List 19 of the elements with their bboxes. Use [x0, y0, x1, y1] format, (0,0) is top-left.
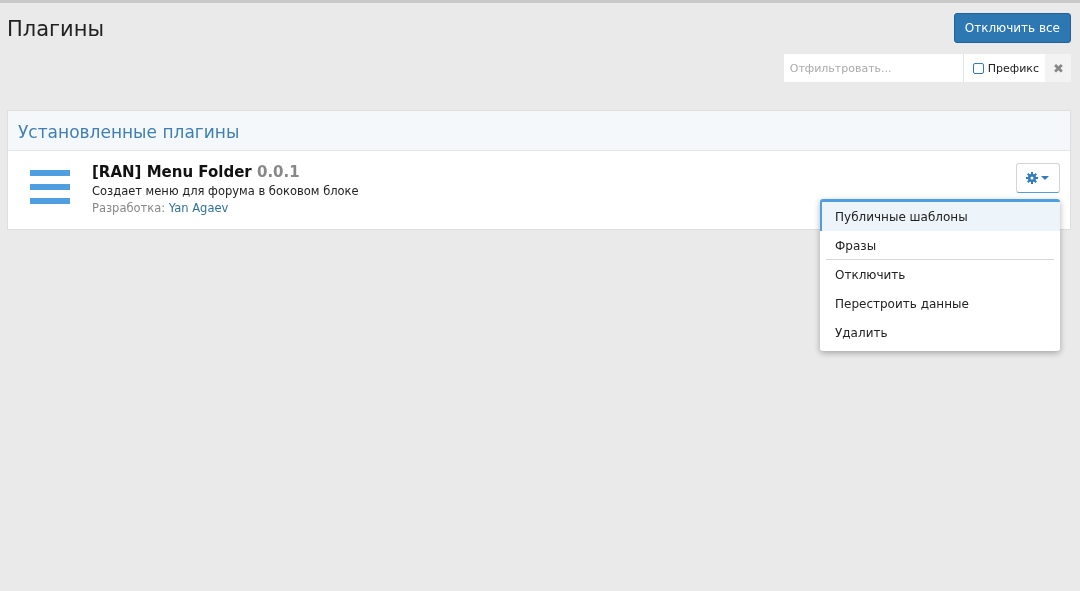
prefix-checkbox[interactable]: Префикс: [963, 54, 1045, 82]
page-title: Плагины: [7, 17, 105, 41]
prefix-label: Префикс: [987, 61, 1039, 75]
filter-field[interactable]: Отфильтровать...: [783, 54, 964, 82]
plugin-description: Создает меню для форума в боковом блоке: [92, 184, 360, 198]
menu-item[interactable]: Фразы: [820, 231, 1060, 260]
menu-item[interactable]: Публичные шаблоны: [820, 202, 1060, 231]
section-title: Установленные плагины: [18, 122, 240, 142]
plugin-title: [RAN] Menu Folder 0.0.1: [92, 163, 301, 181]
menu-item[interactable]: Перестроить данные: [820, 289, 1060, 318]
developer-link[interactable]: Yan Agaev: [168, 201, 229, 215]
developer-label: Разработка:: [92, 201, 166, 215]
checkbox-icon[interactable]: [972, 62, 984, 74]
settings-button[interactable]: [1016, 163, 1060, 193]
menu-item[interactable]: Отключить: [820, 260, 1060, 289]
menu-icon: [30, 170, 70, 204]
settings-icon: [1026, 172, 1050, 184]
disable-all-button[interactable]: Отключить все: [953, 13, 1071, 43]
menu-item[interactable]: Удалить: [820, 318, 1060, 347]
